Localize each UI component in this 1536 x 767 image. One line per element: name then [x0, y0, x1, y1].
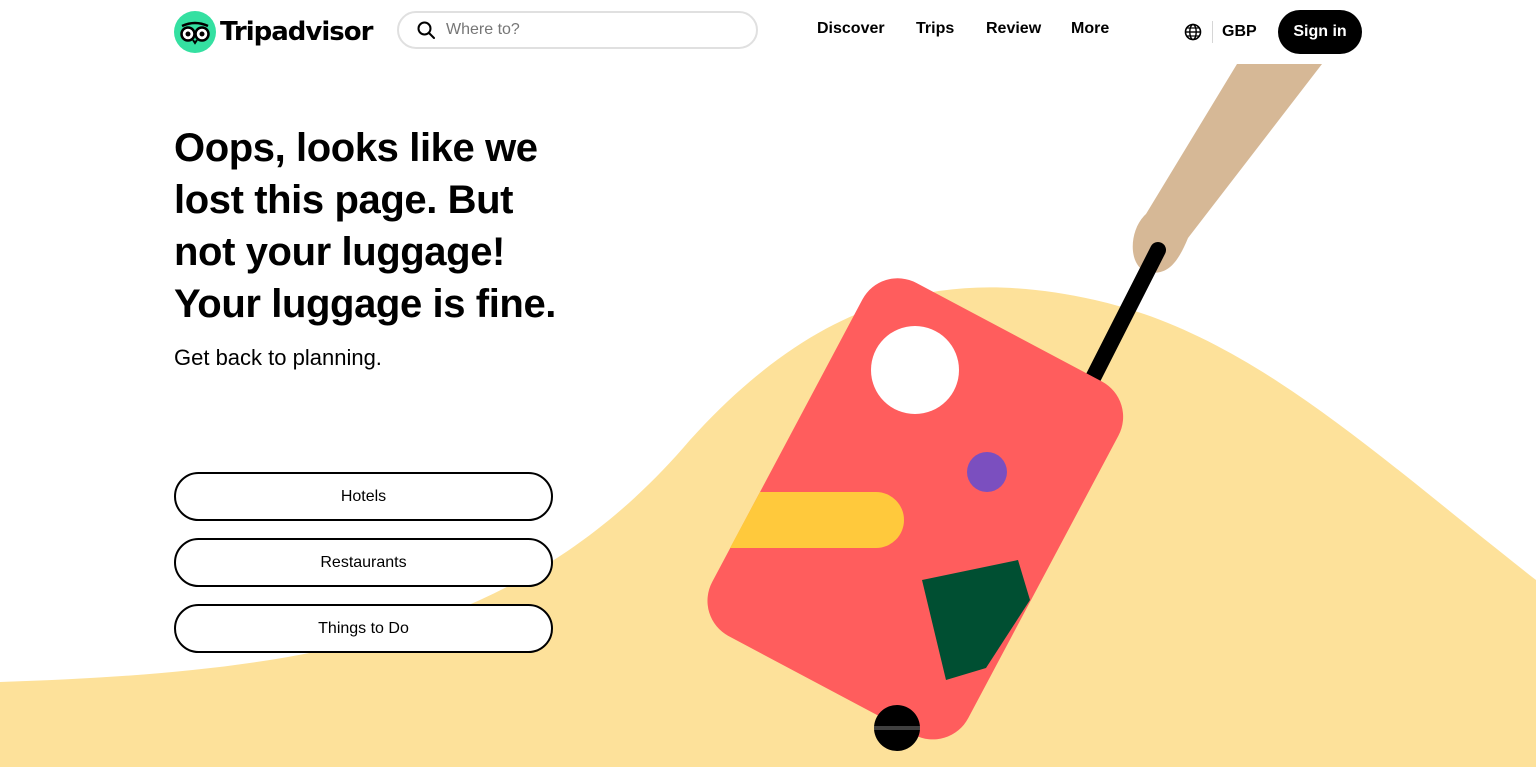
nav-review[interactable]: Review	[986, 20, 1041, 38]
globe-icon[interactable]	[1184, 23, 1202, 41]
owl-logo-icon	[174, 11, 216, 53]
subheading: Get back to planning.	[174, 345, 382, 370]
search-icon	[417, 21, 435, 39]
nav-trips[interactable]: Trips	[916, 20, 954, 38]
nav-more[interactable]: More	[1071, 20, 1109, 38]
hotels-button[interactable]: Hotels	[174, 472, 553, 521]
suitcase-wheel	[874, 705, 920, 751]
restaurants-button[interactable]: Restaurants	[174, 538, 553, 587]
search-input[interactable]	[444, 20, 728, 40]
search-bar[interactable]	[397, 11, 758, 49]
suitcase-stripe-yellow	[730, 492, 904, 548]
tripadvisor-logo[interactable]: Tripadvisor	[174, 11, 373, 53]
nav-discover[interactable]: Discover	[817, 20, 885, 38]
sign-in-button[interactable]: Sign in	[1278, 10, 1362, 54]
currency-selector[interactable]: GBP	[1222, 23, 1257, 41]
page-title: Oops, looks like we lost this page. But …	[174, 126, 557, 326]
divider	[1212, 21, 1213, 43]
things-to-do-button[interactable]: Things to Do	[174, 604, 553, 653]
error-message-section: Oops, looks like we lost this page. But …	[174, 122, 574, 653]
arm	[1132, 64, 1322, 273]
planning-links: Hotels Restaurants Things to Do	[174, 472, 553, 670]
suitcase-sticker-white	[871, 326, 959, 414]
suitcase-sticker-purple	[967, 452, 1007, 492]
brand-name: Tripadvisor	[220, 17, 373, 47]
site-header: Tripadvisor Discover Trips Review More G…	[0, 0, 1536, 64]
not-found-page: Tripadvisor Discover Trips Review More G…	[0, 0, 1536, 767]
